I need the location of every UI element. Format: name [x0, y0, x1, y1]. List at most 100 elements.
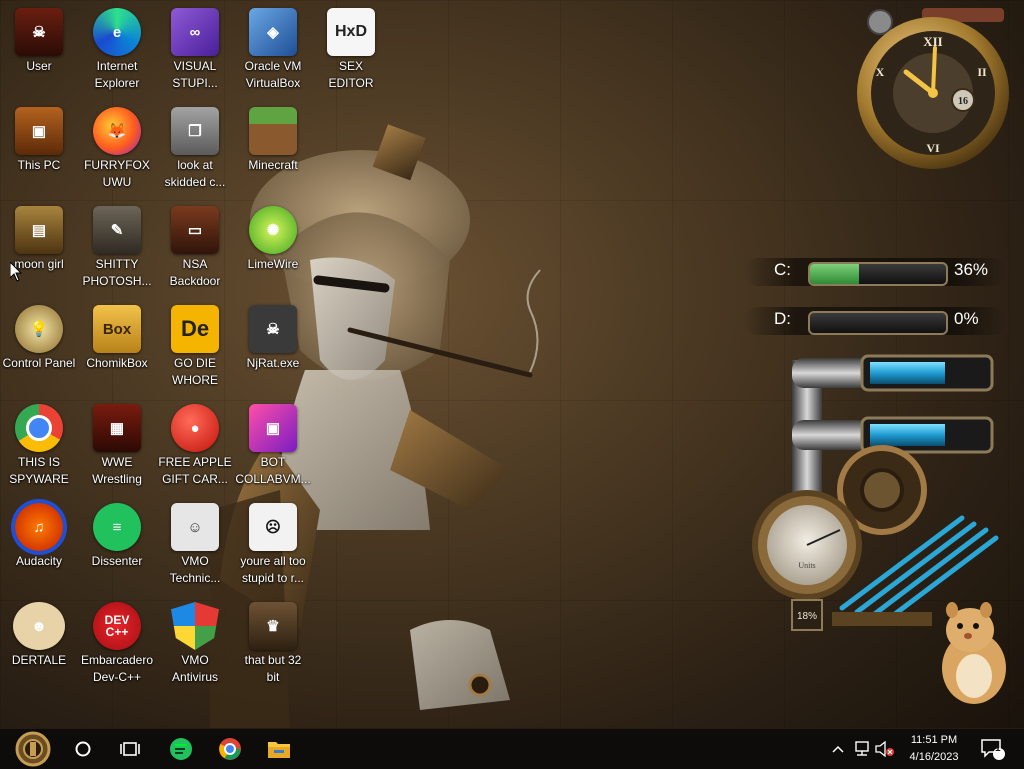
wrestling-icon: ▦ — [93, 404, 141, 452]
skull-icon: ☠ — [249, 305, 297, 353]
desktop-icon-this-is-spyware[interactable]: THIS IS SPYWARE — [0, 396, 78, 488]
steampunk-clock-widget[interactable]: 16 XII X II VI — [852, 8, 1014, 170]
network-icon — [855, 741, 869, 756]
desktop-icon-internet-explorer[interactable]: e Internet Explorer — [78, 0, 156, 92]
desktop-icon-furryfox[interactable]: 🦊 FURRYFOX UWU — [78, 99, 156, 191]
gauge-caption: Units — [798, 561, 815, 570]
chrome-icon — [15, 404, 63, 452]
taskbar-clock[interactable]: 11:51 PM 4/16/2023 — [896, 732, 972, 766]
dissenter-icon — [170, 738, 192, 760]
task-view-button[interactable] — [107, 729, 153, 769]
desktop-icon-that-but-32-bit[interactable]: ♛ that but 32 bit — [234, 594, 312, 686]
cortana-search-button[interactable] — [60, 729, 106, 769]
volume-tray-button[interactable] — [874, 729, 896, 769]
taskbar-date: 4/16/2023 — [909, 751, 959, 763]
drive-letter: D: — [774, 309, 791, 328]
computer-icon: ▣ — [15, 107, 63, 155]
technician-icon: ☺ — [171, 503, 219, 551]
start-button[interactable] — [10, 729, 56, 769]
shield-icon — [171, 602, 219, 650]
clock-numeral-vi: VI — [926, 141, 940, 155]
cpu-tube — [870, 424, 945, 446]
files-icon: ❐ — [171, 107, 219, 155]
desktop-icon-audacity[interactable]: ♫ Audacity — [0, 495, 78, 570]
desktop-icon-free-apple-gift-card[interactable]: ● FREE APPLE GIFT CAR... — [156, 396, 234, 488]
taskbar-dissenter-button[interactable] — [158, 729, 204, 769]
desktop-icon-devcpp[interactable]: DEV C++ Embarcadero Dev-C++ — [78, 594, 156, 686]
drive-usage-percent: 36% — [954, 260, 989, 279]
devcpp-icon: DEV C++ — [93, 602, 141, 650]
desktop-icon-dertale[interactable]: ☻ DERTALE — [0, 594, 78, 669]
drive-usage-percent: 0% — [954, 309, 979, 328]
desktop-icon-go-die[interactable]: De GO DIE WHORE — [156, 297, 234, 389]
hamster-desktop-pet-icon[interactable] — [930, 596, 1012, 708]
clock-minute-hand — [931, 46, 937, 95]
desktop-icon-skidded[interactable]: ❐ look at skidded c... — [156, 99, 234, 191]
chomikbox-icon: Box — [93, 305, 141, 353]
lightbulb-icon: 💡 — [15, 305, 63, 353]
memory-tube — [870, 362, 945, 384]
firefox-icon: 🦊 — [93, 107, 141, 155]
desktop-icon-dissenter[interactable]: ≡ Dissenter — [78, 495, 156, 570]
taskbar-file-explorer-button[interactable] — [256, 729, 302, 769]
limewire-icon: ✺ — [249, 206, 297, 254]
desktop-icon-virtualbox[interactable]: ◈ Oracle VM VirtualBox — [234, 0, 312, 92]
show-hidden-icons-button[interactable] — [828, 729, 848, 769]
desktop-icon-sex-editor[interactable]: HxD SEX EDITOR — [312, 0, 390, 92]
minecraft-grass-icon — [249, 107, 297, 155]
gimp-icon: ✎ — [93, 206, 141, 254]
mouse-cursor-icon — [10, 262, 22, 282]
chrome-icon — [219, 738, 241, 760]
network-tray-button[interactable] — [850, 729, 874, 769]
gauge-reading: 18% — [797, 611, 817, 622]
drive-usage-bar — [808, 311, 948, 335]
desktop-icon-minecraft[interactable]: Minecraft — [234, 99, 312, 174]
drive-c-usage-widget[interactable]: C: 36% — [744, 254, 1006, 290]
dissenter-icon: ≡ — [93, 503, 141, 551]
cartoon-face-icon: ☻ — [13, 602, 65, 650]
go-die-icon: De — [171, 305, 219, 353]
desktop-icon-nsa-backdoor[interactable]: ▭ NSA Backdoor — [156, 198, 234, 290]
taskbar-time: 11:51 PM — [910, 734, 958, 746]
desktop-icon-visual-studio[interactable]: ∞ VISUAL STUPI... — [156, 0, 234, 92]
desktop-icon-chomikbox[interactable]: Box ChomikBox — [78, 297, 156, 372]
desktop-icon-vmo-technician[interactable]: ☺ VMO Technic... — [156, 495, 234, 587]
audacity-icon: ♫ — [15, 503, 63, 551]
file-explorer-icon — [268, 742, 290, 758]
taskbar: 11:51 PM 4/16/2023 1 — [0, 728, 1024, 769]
desktop-icon-bot-collabvm[interactable]: ▣ BOT COLLABVM... — [234, 396, 312, 488]
edge-icon: e — [93, 8, 141, 56]
visual-studio-icon: ∞ — [171, 8, 219, 56]
clock-numeral-ii: II — [977, 65, 987, 79]
book-icon: ▤ — [15, 206, 63, 254]
drive-letter: C: — [774, 260, 791, 279]
portrait-painting-icon: ♛ — [249, 602, 297, 650]
monitor-icon: ▭ — [171, 206, 219, 254]
desktop-icon-this-pc[interactable]: ▣ This PC — [0, 99, 78, 174]
notification-icon — [981, 739, 1005, 760]
apple-icon: ● — [171, 404, 219, 452]
desktop-icon-njrat[interactable]: ☠ NjRat.exe — [234, 297, 312, 372]
drive-d-usage-widget[interactable]: D: 0% — [744, 303, 1006, 339]
task-view-icon — [120, 742, 140, 756]
hxd-icon: HxD — [327, 8, 375, 56]
desktop-icon-shitty-photoshop[interactable]: ✎ SHITTY PHOTOSH... — [78, 198, 156, 290]
volume-muted-icon — [875, 741, 894, 757]
taskbar-chrome-button[interactable] — [207, 729, 253, 769]
action-center-button[interactable]: 1 — [978, 729, 1008, 769]
user-folder-icon: ☠ — [15, 8, 63, 56]
desktop-icon-user[interactable]: ☠ User — [0, 0, 78, 75]
steampunk-start-orb-icon — [15, 731, 51, 767]
desktop-icon-limewire[interactable]: ✺ LimeWire — [234, 198, 312, 273]
desktop-icon-youre-all-too-stupid[interactable]: ☹ youre all too stupid to r... — [234, 495, 312, 587]
chevron-up-icon — [832, 745, 844, 753]
clock-date-dial: 16 — [958, 96, 968, 107]
virtualbox-icon: ◈ — [249, 8, 297, 56]
desktop-icon-vmo-antivirus[interactable]: VMO Antivirus — [156, 594, 234, 686]
portrait-icon: ☹ — [249, 503, 297, 551]
notification-count-badge: 1 — [995, 743, 1001, 754]
desktop-icon-wwe-wrestling[interactable]: ▦ WWE Wrestling — [78, 396, 156, 488]
desktop-icon-control-panel[interactable]: 💡 Control Panel — [0, 297, 78, 372]
cortana-icon — [75, 741, 91, 757]
tv-icon: ▣ — [249, 404, 297, 452]
